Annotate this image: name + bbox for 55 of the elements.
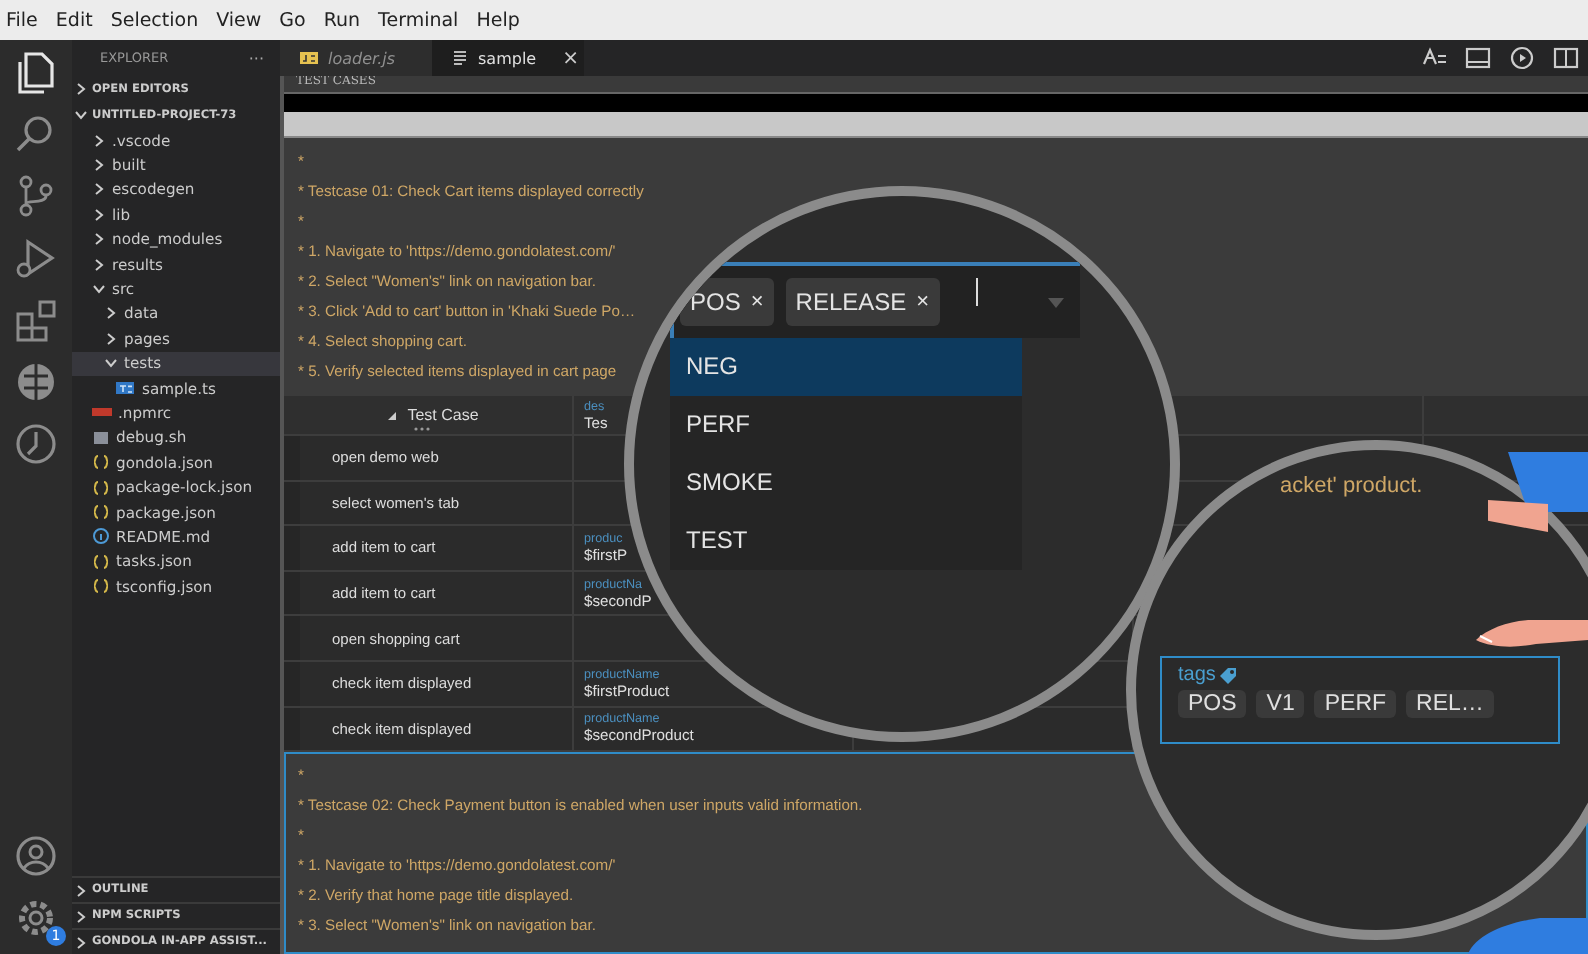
tag-chip: REL… bbox=[1406, 690, 1494, 718]
tag-icon bbox=[1217, 665, 1238, 685]
account-icon[interactable] bbox=[12, 832, 60, 880]
shell-file-icon bbox=[92, 429, 110, 446]
more-button[interactable]: ··· bbox=[248, 49, 264, 67]
braces-icon bbox=[92, 504, 110, 521]
ts-file-icon bbox=[116, 380, 136, 397]
tag-chip[interactable]: RELEASE × bbox=[785, 278, 940, 326]
info-icon bbox=[92, 528, 110, 545]
braces-icon bbox=[92, 479, 110, 496]
remove-button[interactable]: × bbox=[916, 290, 930, 314]
column-header[interactable]: Test Case bbox=[284, 396, 574, 434]
js-file-icon bbox=[300, 50, 318, 66]
dropdown-option[interactable]: NEG bbox=[670, 338, 1022, 396]
menu-item[interactable]: View bbox=[216, 9, 262, 31]
dropdown-option[interactable]: SMOKE bbox=[670, 454, 1022, 512]
split-icon[interactable] bbox=[1552, 44, 1580, 72]
play-bug-icon[interactable] bbox=[12, 234, 60, 282]
braces-icon bbox=[92, 454, 110, 471]
shoe-drawing bbox=[1468, 914, 1588, 954]
editor-tab[interactable]: sample × bbox=[432, 40, 584, 76]
menu-item[interactable]: Help bbox=[476, 9, 520, 31]
menu-item[interactable]: Selection bbox=[110, 9, 199, 31]
arm-drawing bbox=[1488, 452, 1588, 532]
clock-icon[interactable] bbox=[12, 420, 60, 468]
comment-line: acket' product. bbox=[1280, 474, 1423, 498]
resize-handle-icon[interactable] bbox=[412, 426, 432, 432]
field-label: tags bbox=[1178, 664, 1216, 686]
remove-button[interactable]: × bbox=[750, 290, 764, 314]
files-icon[interactable] bbox=[12, 48, 60, 96]
panel-icon[interactable] bbox=[1464, 44, 1492, 72]
menu-item[interactable]: File bbox=[6, 9, 38, 31]
dropdown-option[interactable]: PERF bbox=[670, 396, 1022, 454]
menu-item[interactable]: Edit bbox=[55, 9, 93, 31]
menu-item[interactable]: Run bbox=[323, 9, 361, 31]
dropdown-arrow-icon[interactable] bbox=[1048, 297, 1064, 307]
tag-chip: POS bbox=[1178, 690, 1247, 718]
collapse-triangle-icon[interactable] bbox=[385, 409, 398, 421]
globe-icon[interactable] bbox=[12, 358, 60, 406]
text-cursor bbox=[975, 278, 978, 306]
close-button[interactable]: × bbox=[562, 47, 579, 69]
tag-chip: V1 bbox=[1256, 690, 1305, 718]
tag-chip: PERF bbox=[1314, 690, 1397, 718]
blocks-icon[interactable] bbox=[12, 296, 60, 344]
menu-item[interactable]: Go bbox=[279, 9, 306, 31]
menu-item[interactable]: Terminal bbox=[378, 9, 459, 31]
tag-select-field[interactable]: POS × RELEASE × bbox=[670, 262, 1080, 338]
editor-tab[interactable]: loader.js bbox=[280, 40, 432, 76]
tags-field[interactable]: tags POS V1 PERF REL… bbox=[1160, 656, 1560, 744]
tag-chip[interactable]: POS × bbox=[680, 278, 774, 326]
hand-drawing bbox=[1472, 620, 1588, 652]
document-icon bbox=[452, 50, 468, 66]
braces-icon bbox=[92, 553, 110, 570]
braces-icon bbox=[92, 578, 110, 595]
play-circle-icon[interactable] bbox=[1508, 44, 1536, 72]
